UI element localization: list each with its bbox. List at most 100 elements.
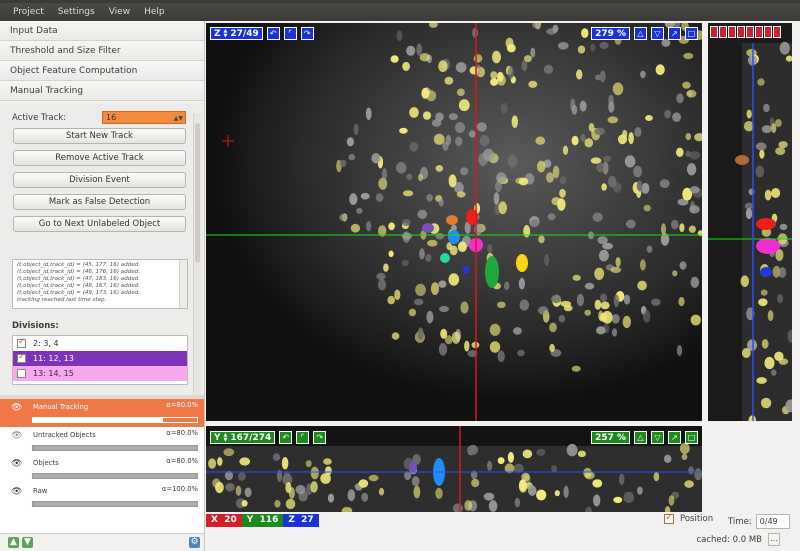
log-scrollbar[interactable]: [179, 260, 187, 308]
z-slice-indicator[interactable]: Z ▲ ▼ 27/49: [210, 27, 263, 40]
flip-icon[interactable]: ↷: [300, 27, 314, 40]
active-track-spinbox[interactable]: 16 ▲▼: [102, 111, 186, 124]
start-new-track-button[interactable]: Start New Track: [13, 128, 186, 144]
slice-spin-icon[interactable]: ▲ ▼: [224, 432, 228, 443]
applet-panel: Input Data Threshold and Size Filter Obj…: [0, 21, 205, 551]
division-label: 2: 3, 4: [33, 339, 59, 348]
menu-settings[interactable]: Settings: [51, 7, 102, 17]
layer-untracked-objects[interactable]: 👁 Untracked Objects α=80.0%: [0, 427, 204, 455]
xy-view[interactable]: Z ▲ ▼ 27/49 ↶ ⌜ ↷ 279 % △ ▽ ↗ □: [206, 23, 702, 421]
opacity-slider[interactable]: [32, 473, 198, 479]
zoom-out-icon[interactable]: [755, 26, 763, 38]
zoom-in-icon[interactable]: [746, 26, 754, 38]
restore-icon[interactable]: [773, 26, 781, 38]
opacity-slider[interactable]: [32, 417, 198, 423]
side-controls: [710, 26, 781, 38]
division-item[interactable]: 2: 3, 4: [13, 336, 187, 351]
position-checkbox[interactable]: [664, 512, 674, 524]
y-coordinate: Y 116: [241, 514, 284, 527]
zoom-level: 279 %: [591, 27, 630, 40]
layer-toolbar: ▲ ▼ ⚙: [0, 533, 204, 551]
yz-image-canvas: [708, 23, 792, 421]
maximize-icon[interactable]: ↗: [668, 27, 681, 40]
maximize-icon[interactable]: ↗: [668, 431, 681, 444]
opacity-slider[interactable]: [32, 445, 198, 451]
x-axis-tag-icon[interactable]: [710, 26, 718, 38]
eye-icon[interactable]: 👁: [11, 431, 22, 441]
layer-alpha: α=80.0%: [166, 457, 198, 465]
restore-icon[interactable]: □: [685, 27, 698, 40]
active-track-row: Active Track: 16 ▲▼: [12, 111, 186, 124]
y-slice-indicator[interactable]: Y ▲ ▼ 167/274: [210, 431, 276, 444]
move-layer-down-icon[interactable]: ▼: [22, 537, 33, 548]
division-item[interactable]: 11: 12, 13: [13, 351, 187, 366]
manual-tracking-panel: Active Track: 16 ▲▼ Start New Track Remo…: [0, 103, 204, 395]
cache-details-button[interactable]: ...: [768, 533, 780, 546]
move-layer-up-icon[interactable]: ▲: [8, 537, 19, 548]
time-spinbox[interactable]: 0/49: [755, 514, 790, 529]
layer-alpha: α=80.0%: [166, 401, 198, 409]
remove-active-track-button[interactable]: Remove Active Track: [13, 150, 186, 166]
eye-icon[interactable]: 👁: [11, 487, 22, 497]
zoom-out-icon[interactable]: ▽: [651, 27, 664, 40]
next-unlabeled-object-button[interactable]: Go to Next Unlabeled Object: [13, 216, 186, 232]
panel-scrollbar[interactable]: [193, 113, 201, 395]
layer-settings-icon[interactable]: ⚙: [189, 537, 200, 548]
applet-manual-tracking[interactable]: Manual Tracking: [0, 81, 204, 101]
divisions-list: 2: 3, 4 11: 12, 13 13: 14, 15: [12, 335, 188, 385]
layer-alpha: α=100.0%: [161, 485, 198, 493]
log-line: (t,object_id,track_id) = (47, 183, 16) a…: [17, 275, 141, 282]
eye-icon[interactable]: 👁: [11, 403, 22, 413]
z-value: 27: [301, 515, 314, 525]
flip-icon[interactable]: [737, 26, 745, 38]
position-toggle[interactable]: Position: [664, 512, 714, 524]
position-label: Position: [680, 514, 714, 524]
swap-axes-icon[interactable]: ⌜: [296, 431, 310, 444]
z-coordinate: Z 27: [283, 514, 319, 527]
menu-help[interactable]: Help: [137, 7, 172, 17]
division-checkbox[interactable]: [17, 337, 26, 348]
log-line: tracking reached last time step.: [17, 296, 107, 303]
opacity-slider[interactable]: [32, 501, 198, 507]
zoom-in-icon[interactable]: △: [634, 431, 647, 444]
division-item[interactable]: 13: 14, 15: [13, 366, 187, 381]
status-bar: cached: 0.0 MB ...: [206, 531, 800, 551]
xy-zoom-hud: 279 % △ ▽ ↗ □: [591, 27, 698, 40]
layer-raw[interactable]: 👁 Raw α=100.0%: [0, 483, 204, 511]
rotate-icon[interactable]: [719, 26, 727, 38]
spin-arrows-icon[interactable]: ▲▼: [174, 113, 183, 124]
z-axis-label: Z: [214, 28, 221, 39]
division-label: 11: 12, 13: [33, 354, 74, 363]
layer-name: Raw: [33, 487, 48, 495]
layer-alpha: α=80.0%: [166, 429, 198, 437]
mark-false-detection-button[interactable]: Mark as False Detection: [13, 194, 186, 210]
applet-input-data[interactable]: Input Data: [0, 21, 204, 41]
layer-manual-tracking[interactable]: 👁 Manual Tracking α=80.0%: [0, 399, 204, 427]
time-label: Time:: [728, 516, 752, 527]
applet-threshold-size-filter[interactable]: Threshold and Size Filter: [0, 41, 204, 61]
slice-spin-icon[interactable]: ▲ ▼: [224, 28, 228, 39]
applet-object-feature-computation[interactable]: Object Feature Computation: [0, 61, 204, 81]
flip-icon[interactable]: ↷: [313, 431, 327, 444]
menu-view[interactable]: View: [102, 7, 137, 17]
zoom-in-icon[interactable]: △: [634, 27, 647, 40]
y-slice-hud: Y ▲ ▼ 167/274 ↶ ⌜ ↷: [210, 431, 327, 444]
rotate-icon[interactable]: ↶: [279, 431, 293, 444]
log-line: (t,object_id,track_id) = (48, 167, 16) a…: [17, 282, 141, 289]
division-event-button[interactable]: Division Event: [13, 172, 186, 188]
maximize-icon[interactable]: [764, 26, 772, 38]
restore-icon[interactable]: □: [685, 431, 698, 444]
layer-objects[interactable]: 👁 Objects α=80.0%: [0, 455, 204, 483]
division-checkbox[interactable]: [17, 352, 26, 363]
division-checkbox[interactable]: [17, 369, 26, 378]
xz-view[interactable]: Y ▲ ▼ 167/274 ↶ ⌜ ↷ 257 % △ ▽ ↗ □: [206, 426, 702, 512]
y-slice-value: 167/274: [230, 432, 272, 443]
yz-view[interactable]: [708, 23, 792, 421]
rotate-icon[interactable]: ↶: [266, 27, 280, 40]
swap-axes-icon[interactable]: [728, 26, 736, 38]
eye-icon[interactable]: 👁: [11, 459, 22, 469]
zoom-out-icon[interactable]: ▽: [651, 431, 664, 444]
scrollbar-thumb[interactable]: [195, 123, 200, 263]
menu-project[interactable]: Project: [6, 7, 51, 17]
swap-axes-icon[interactable]: ⌜: [283, 27, 297, 40]
